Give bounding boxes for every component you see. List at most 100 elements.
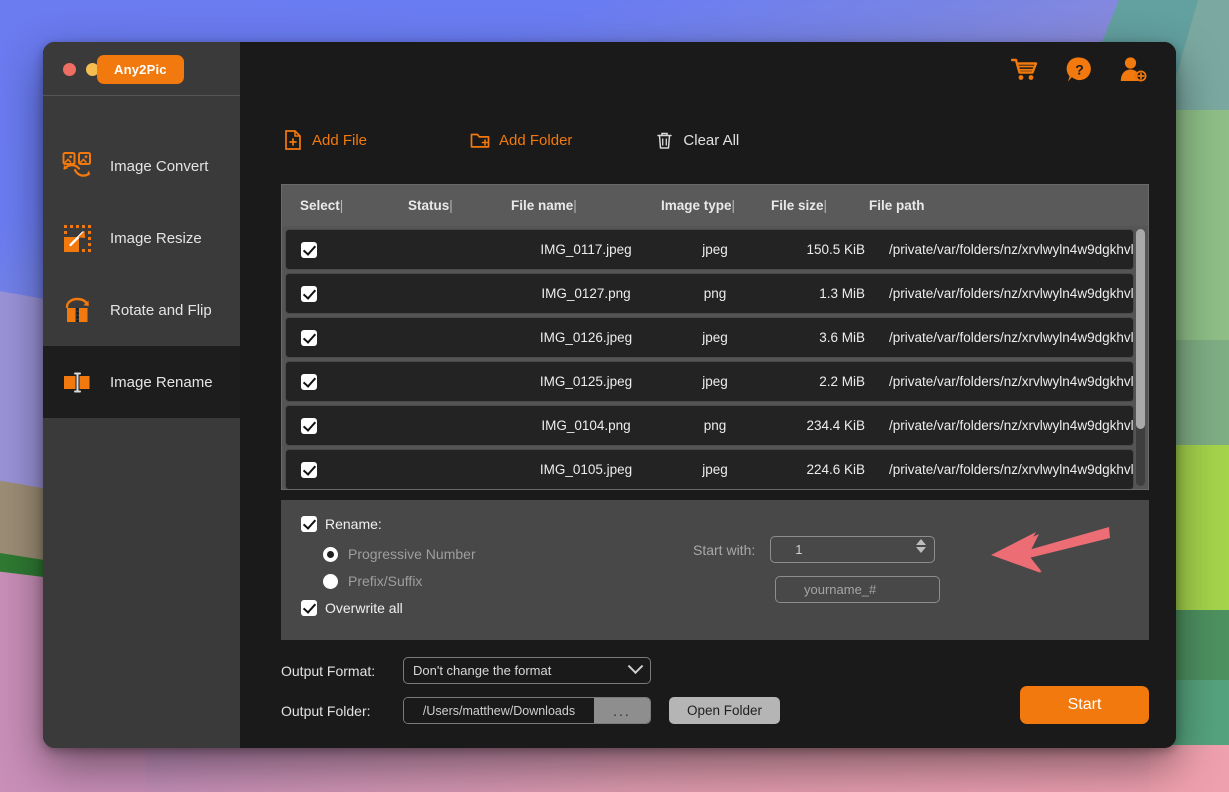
rename-label: Rename: <box>325 516 382 532</box>
column-label: File size <box>771 198 824 213</box>
row-file-name-cell: IMG_0127.png <box>511 286 661 301</box>
column-label: Select <box>300 198 340 213</box>
any2pic-app-window: ? Any2Pic <box>43 42 1176 748</box>
open-folder-button[interactable]: Open Folder <box>669 697 780 724</box>
radio-progressive-indicator[interactable] <box>323 547 338 562</box>
action-area: Start <box>1020 657 1149 748</box>
chevron-down-icon <box>628 658 644 674</box>
row-select-cell[interactable] <box>301 330 413 346</box>
sidebar-item-image-rename[interactable]: Image Rename <box>43 346 240 418</box>
image-resize-icon <box>60 221 94 255</box>
table-row[interactable]: IMG_0125.jpegjpeg2.2 MiB/private/var/fol… <box>285 361 1134 402</box>
help-icon[interactable]: ? <box>1064 54 1094 84</box>
column-separator: | <box>824 198 828 213</box>
row-select-cell[interactable] <box>301 418 413 434</box>
titlebar-right: ? <box>240 42 1176 96</box>
table-row[interactable]: IMG_0104.pngpng234.4 KiB/private/var/fol… <box>285 405 1134 446</box>
column-header-file-size[interactable]: File size | <box>771 198 869 213</box>
column-separator: | <box>573 198 577 213</box>
column-separator: | <box>449 198 453 213</box>
output-folder-field: /Users/matthew/Downloads ... <box>403 697 651 724</box>
sidebar-item-image-resize[interactable]: Image Resize <box>43 202 240 274</box>
row-checkbox[interactable] <box>301 374 317 390</box>
radio-prefix-label: Prefix/Suffix <box>348 573 422 589</box>
row-checkbox[interactable] <box>301 242 317 258</box>
column-header-file-name[interactable]: File name | <box>511 198 661 213</box>
row-checkbox[interactable] <box>301 330 317 346</box>
stepper-up-icon[interactable] <box>916 539 926 545</box>
row-file-size-cell: 2.2 MiB <box>769 374 869 389</box>
start-with-stepper[interactable]: 1 <box>770 536 935 563</box>
clear-all-button[interactable]: Clear All <box>654 130 739 150</box>
rename-checkbox[interactable] <box>301 516 317 532</box>
output-folder-value[interactable]: /Users/matthew/Downloads <box>404 698 594 723</box>
row-select-cell[interactable] <box>301 374 413 390</box>
overwrite-all-checkbox[interactable] <box>301 600 317 616</box>
add-folder-icon <box>470 130 490 150</box>
column-separator: | <box>732 198 736 213</box>
add-folder-button[interactable]: Add Folder <box>470 130 572 150</box>
trash-icon <box>654 130 674 150</box>
row-file-name-cell: IMG_0117.jpeg <box>511 242 661 257</box>
clear-all-label: Clear All <box>683 132 739 149</box>
add-file-button[interactable]: Add File <box>283 130 367 150</box>
start-button[interactable]: Start <box>1020 686 1149 724</box>
sidebar-item-image-convert[interactable]: Image Convert <box>43 130 240 202</box>
table-row[interactable]: IMG_0117.jpegjpeg150.5 KiB/private/var/f… <box>285 229 1134 270</box>
table-body: IMG_0117.jpegjpeg150.5 KiB/private/var/f… <box>282 226 1148 489</box>
radio-prefix-indicator[interactable] <box>323 574 338 589</box>
start-with-row: Start with: 1 <box>693 536 940 563</box>
stepper-down-icon[interactable] <box>916 547 926 553</box>
browse-folder-button[interactable]: ... <box>594 698 650 723</box>
row-file-size-cell: 3.6 MiB <box>769 330 869 345</box>
column-label: File name <box>511 198 573 213</box>
table-row[interactable]: IMG_0127.pngpng1.3 MiB/private/var/folde… <box>285 273 1134 314</box>
column-header-image-type[interactable]: Image type | <box>661 198 771 213</box>
row-image-type-cell: png <box>661 286 769 301</box>
column-label: File path <box>869 198 925 213</box>
row-file-path-cell: /private/var/folders/nz/xrvlwyln4w9dgkhv… <box>869 462 1133 477</box>
cart-icon[interactable] <box>1010 54 1040 84</box>
rename-enable-row[interactable]: Rename: <box>301 516 1149 532</box>
row-select-cell[interactable] <box>301 286 413 302</box>
row-file-path-cell: /private/var/folders/nz/xrvlwyln4w9dgkhv… <box>869 286 1133 301</box>
close-window-button[interactable] <box>63 63 76 76</box>
row-file-name-cell: IMG_0125.jpeg <box>511 374 661 389</box>
column-header-status[interactable]: Status | <box>408 198 511 213</box>
row-file-size-cell: 150.5 KiB <box>769 242 869 257</box>
row-checkbox[interactable] <box>301 418 317 434</box>
prefix-suffix-input[interactable]: yourname_# <box>775 576 940 603</box>
column-label: Status <box>408 198 449 213</box>
sidebar-item-label: Image Convert <box>110 158 208 175</box>
table-row[interactable]: IMG_0126.jpegjpeg3.6 MiB/private/var/fol… <box>285 317 1134 358</box>
row-file-size-cell: 234.4 KiB <box>769 418 869 433</box>
output-format-select[interactable]: Don't change the format <box>403 657 651 684</box>
wallpaper-band-pink-right <box>1150 745 1229 792</box>
row-checkbox[interactable] <box>301 462 317 478</box>
table-row[interactable]: IMG_0105.jpegjpeg224.6 KiB/private/var/f… <box>285 449 1134 489</box>
row-select-cell[interactable] <box>301 242 413 258</box>
start-with-label: Start with: <box>693 542 755 558</box>
output-format-row: Output Format: Don't change the format <box>281 657 1020 684</box>
row-select-cell[interactable] <box>301 462 413 478</box>
table-scrollbar-thumb[interactable] <box>1136 229 1145 429</box>
table-scrollbar-track[interactable] <box>1136 229 1145 486</box>
column-header-file-path[interactable]: File path <box>869 198 1148 213</box>
svg-text:?: ? <box>1075 61 1084 77</box>
sidebar-item-label: Image Rename <box>110 374 213 391</box>
sidebar: Any2Pic <box>43 96 240 748</box>
row-file-name-cell: IMG_0126.jpeg <box>511 330 661 345</box>
sidebar-item-rotate-and-flip[interactable]: Rotate and Flip <box>43 274 240 346</box>
row-image-type-cell: jpeg <box>661 242 769 257</box>
column-header-select[interactable]: Select | <box>300 198 408 213</box>
row-image-type-cell: jpeg <box>661 462 769 477</box>
image-rename-icon <box>60 365 94 399</box>
output-format-label: Output Format: <box>281 663 403 679</box>
window-titlebar: ? <box>43 42 1176 96</box>
add-folder-label: Add Folder <box>499 132 572 149</box>
bottom-controls: Output Format: Don't change the format O… <box>281 640 1149 748</box>
add-user-icon[interactable] <box>1118 54 1148 84</box>
output-folder-label: Output Folder: <box>281 703 403 719</box>
add-file-icon <box>283 130 303 150</box>
row-checkbox[interactable] <box>301 286 317 302</box>
